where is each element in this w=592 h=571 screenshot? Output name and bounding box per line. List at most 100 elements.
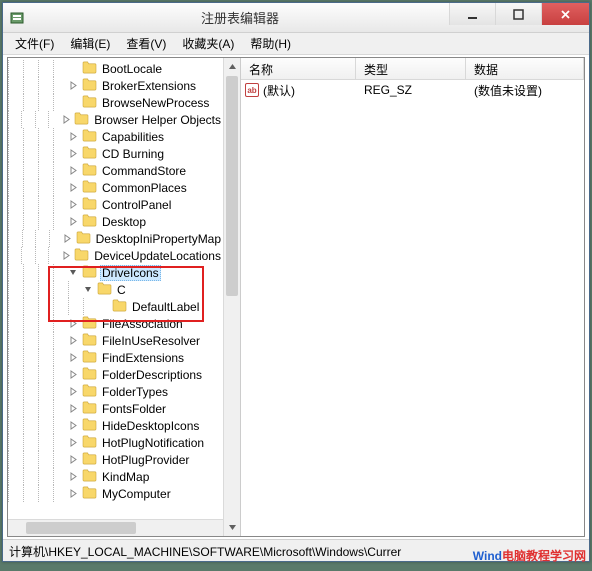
folder-icon xyxy=(81,367,100,383)
tree-node[interactable]: CommonPlaces xyxy=(8,179,223,196)
list-header[interactable]: 名称 类型 数据 xyxy=(241,58,584,80)
tree-node[interactable]: BrokerExtensions xyxy=(8,77,223,94)
app-icon xyxy=(9,10,25,26)
scroll-up-icon[interactable] xyxy=(224,58,240,75)
tree-node[interactable]: Browser Helper Objects xyxy=(8,111,223,128)
expand-toggle-icon[interactable] xyxy=(68,165,79,176)
menu-view[interactable]: 查看(V) xyxy=(118,33,174,54)
scroll-down-icon[interactable] xyxy=(224,519,240,536)
menu-favorites[interactable]: 收藏夹(A) xyxy=(174,33,242,54)
expand-toggle-icon[interactable] xyxy=(68,335,79,346)
expand-toggle-icon[interactable] xyxy=(68,199,79,210)
tree-scrollbar-vertical[interactable] xyxy=(223,58,240,536)
folder-icon xyxy=(96,282,115,298)
tree-node[interactable]: KindMap xyxy=(8,468,223,485)
expand-toggle-icon[interactable] xyxy=(83,284,94,295)
tree-node[interactable]: ControlPanel xyxy=(8,196,223,213)
expand-toggle-icon[interactable] xyxy=(62,250,72,261)
expand-toggle-icon[interactable] xyxy=(68,216,79,227)
tree-node[interactable]: HotPlugNotification xyxy=(8,434,223,451)
tree-label: MyComputer xyxy=(100,487,173,501)
menu-edit[interactable]: 编辑(E) xyxy=(62,33,118,54)
tree-label: CD Burning xyxy=(100,147,166,161)
tree-node[interactable]: CommandStore xyxy=(8,162,223,179)
folder-icon xyxy=(81,95,100,111)
tree-node[interactable]: Desktop xyxy=(8,213,223,230)
statusbar: 计算机\HKEY_LOCAL_MACHINE\SOFTWARE\Microsof… xyxy=(3,539,589,561)
expand-toggle-icon[interactable] xyxy=(68,369,79,380)
expand-toggle-icon[interactable] xyxy=(68,318,79,329)
folder-icon xyxy=(81,469,100,485)
expand-toggle-icon[interactable] xyxy=(68,386,79,397)
folder-icon xyxy=(81,197,100,213)
folder-icon xyxy=(81,350,100,366)
tree-node[interactable]: Capabilities xyxy=(8,128,223,145)
tree-node[interactable]: BrowseNewProcess xyxy=(8,94,223,111)
titlebar[interactable]: 注册表编辑器 xyxy=(3,3,589,33)
expand-toggle-icon[interactable] xyxy=(68,352,79,363)
tree-node[interactable]: FileAssociation xyxy=(8,315,223,332)
menu-help[interactable]: 帮助(H) xyxy=(242,33,299,54)
tree-label: Capabilities xyxy=(100,130,166,144)
tree-label: FindExtensions xyxy=(100,351,186,365)
expand-toggle-icon[interactable] xyxy=(68,403,79,414)
value-name: (默认) xyxy=(263,82,295,99)
tree-label: CommonPlaces xyxy=(100,181,189,195)
tree-node[interactable]: DefaultLabel xyxy=(8,298,223,315)
tree-label: DefaultLabel xyxy=(130,300,201,314)
tree-node[interactable]: BootLocale xyxy=(8,60,223,77)
expand-toggle-icon[interactable] xyxy=(68,131,79,142)
folder-icon xyxy=(81,435,100,451)
expand-toggle-icon[interactable] xyxy=(68,454,79,465)
folder-icon xyxy=(81,78,100,94)
tree-node[interactable]: DesktopIniPropertyMap xyxy=(8,230,223,247)
expand-toggle-icon[interactable] xyxy=(62,114,72,125)
folder-icon xyxy=(81,401,100,417)
tree-label: C xyxy=(115,283,128,297)
tree-node[interactable]: FolderDescriptions xyxy=(8,366,223,383)
close-button[interactable] xyxy=(541,3,589,25)
tree-label: ControlPanel xyxy=(100,198,173,212)
tree-node[interactable]: FolderTypes xyxy=(8,383,223,400)
col-data[interactable]: 数据 xyxy=(466,58,584,79)
expand-toggle-icon[interactable] xyxy=(68,80,79,91)
registry-tree[interactable]: BootLocaleBrokerExtensionsBrowseNewProce… xyxy=(8,58,223,504)
list-row[interactable]: ab (默认) REG_SZ (数值未设置) xyxy=(241,80,584,100)
expand-toggle-icon[interactable] xyxy=(68,471,79,482)
folder-icon xyxy=(81,129,100,145)
scroll-thumb-h[interactable] xyxy=(26,522,136,534)
tree-label: Browser Helper Objects xyxy=(92,113,223,127)
tree-node[interactable]: DeviceUpdateLocations xyxy=(8,247,223,264)
tree-scrollbar-horizontal[interactable] xyxy=(8,519,223,536)
expand-toggle-icon[interactable] xyxy=(68,437,79,448)
menu-file[interactable]: 文件(F) xyxy=(7,33,62,54)
tree-node[interactable]: FileInUseResolver xyxy=(8,332,223,349)
tree-node[interactable]: HotPlugProvider xyxy=(8,451,223,468)
minimize-button[interactable] xyxy=(449,3,495,25)
regedit-window: 注册表编辑器 文件(F) 编辑(E) 查看(V) 收藏夹(A) 帮助(H) Bo… xyxy=(2,2,590,562)
expand-toggle-icon[interactable] xyxy=(68,148,79,159)
col-name[interactable]: 名称 xyxy=(241,58,356,79)
tree-label: Desktop xyxy=(100,215,148,229)
tree-node[interactable]: HideDesktopIcons xyxy=(8,417,223,434)
tree-label: DesktopIniPropertyMap xyxy=(94,232,223,246)
tree-node[interactable]: C xyxy=(8,281,223,298)
tree-label: FolderDescriptions xyxy=(100,368,204,382)
folder-icon xyxy=(111,299,130,315)
tree-node[interactable]: CD Burning xyxy=(8,145,223,162)
tree-node[interactable]: FontsFolder xyxy=(8,400,223,417)
col-type[interactable]: 类型 xyxy=(356,58,466,79)
expand-toggle-icon[interactable] xyxy=(68,420,79,431)
tree-node[interactable]: MyComputer xyxy=(8,485,223,502)
tree-node[interactable]: DriveIcons xyxy=(8,264,223,281)
string-value-icon: ab xyxy=(245,83,259,97)
folder-icon xyxy=(81,265,100,281)
expand-toggle-icon[interactable] xyxy=(68,267,79,278)
maximize-button[interactable] xyxy=(495,3,541,25)
expand-toggle-icon[interactable] xyxy=(68,488,79,499)
tree-node[interactable]: FindExtensions xyxy=(8,349,223,366)
expand-toggle-icon[interactable] xyxy=(63,233,73,244)
scroll-thumb[interactable] xyxy=(226,76,238,296)
value-data: (数值未设置) xyxy=(466,82,584,99)
expand-toggle-icon[interactable] xyxy=(68,182,79,193)
